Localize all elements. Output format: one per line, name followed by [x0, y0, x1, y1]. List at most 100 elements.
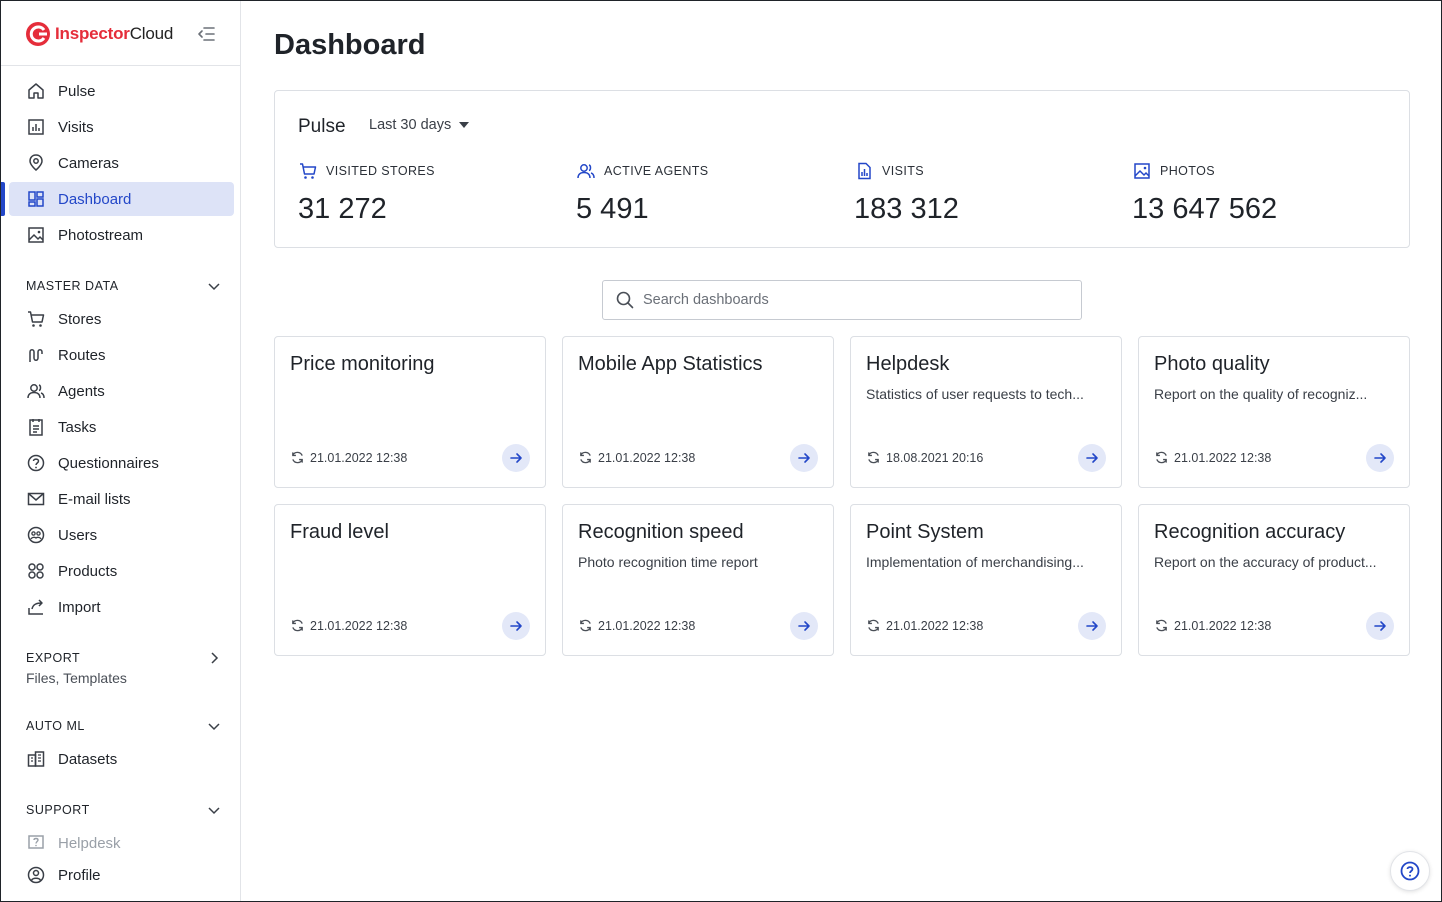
section-export[interactable]: EXPORT [26, 649, 221, 667]
dashboard-description: Implementation of merchandising... [866, 554, 1084, 570]
dashboard-updated: 21.01.2022 12:38 [1154, 618, 1271, 633]
profile-icon [26, 865, 46, 885]
collapse-sidebar-icon[interactable] [195, 23, 217, 45]
dashboard-updated: 21.01.2022 12:38 [290, 450, 407, 465]
open-dashboard-button[interactable] [1366, 612, 1394, 640]
sidebar-item-datasets[interactable]: Datasets [9, 742, 234, 776]
image-icon [26, 225, 46, 245]
dashboard-card[interactable]: Price monitoring 21.01.2022 12:38 [274, 336, 546, 488]
sidebar-item-label: Helpdesk [58, 834, 121, 852]
cart-icon [26, 309, 46, 329]
metric-visits: VISITS 183 312 [854, 161, 959, 226]
sidebar-item-label: Profile [58, 866, 101, 884]
dashboard-updated: 21.01.2022 12:38 [1154, 450, 1271, 465]
sidebar-item-label: Photostream [58, 226, 144, 244]
datasets-icon [26, 749, 46, 769]
refresh-icon [866, 450, 881, 465]
help-button[interactable] [1390, 851, 1430, 891]
dashboard-title: Helpdesk [866, 353, 950, 375]
search-box[interactable] [602, 280, 1082, 320]
dashboard-icon [26, 189, 46, 209]
arrow-right-icon [1374, 453, 1386, 463]
page-title: Dashboard [274, 29, 426, 61]
sidebar-item-users[interactable]: Users [9, 518, 234, 552]
sidebar-item-label: Questionnaires [58, 454, 159, 472]
main-content: Dashboard Pulse Last 30 days VISITED STO… [242, 1, 1441, 901]
open-dashboard-button[interactable] [1078, 444, 1106, 472]
section-title: AUTO ML [26, 719, 85, 733]
helpdesk-icon [26, 833, 46, 853]
chevron-down-icon [208, 283, 220, 291]
sidebar-item-label: Users [58, 526, 98, 544]
dashboard-card[interactable]: Point System Implementation of merchandis… [850, 504, 1122, 656]
sidebar-item-products[interactable]: Products [9, 554, 234, 588]
section-master-data[interactable]: MASTER DATA [26, 277, 221, 295]
sidebar-item-label: Dashboard [58, 190, 132, 208]
dashboard-card[interactable]: Helpdesk Statistics of user requests to t… [850, 336, 1122, 488]
open-dashboard-button[interactable] [502, 444, 530, 472]
divider [1, 65, 241, 66]
dashboard-description: Photo recognition time report [578, 554, 758, 570]
sidebar-item-dashboard[interactable]: Dashboard [9, 182, 234, 216]
open-dashboard-button[interactable] [790, 444, 818, 472]
sidebar-item-helpdesk[interactable]: Helpdesk [9, 826, 234, 860]
users-icon [576, 161, 596, 181]
sidebar-item-stores[interactable]: Stores [9, 302, 234, 336]
refresh-icon [1154, 618, 1169, 633]
dashboard-card[interactable]: Recognition accuracy Report on the accura… [1138, 504, 1410, 656]
search-input[interactable] [643, 292, 1063, 308]
sidebar-item-label: Pulse [58, 82, 96, 100]
metric-label: ACTIVE AGENTS [604, 164, 709, 178]
open-dashboard-button[interactable] [1078, 612, 1106, 640]
chevron-down-icon [208, 807, 220, 815]
sidebar-item-profile[interactable]: Profile [9, 858, 234, 892]
sidebar-item-questionnaires[interactable]: Questionnaires [9, 446, 234, 480]
search-icon [616, 291, 634, 309]
dashboard-card[interactable]: Recognition speed Photo recognition time … [562, 504, 834, 656]
arrow-right-icon [1374, 621, 1386, 631]
mail-icon [26, 489, 46, 509]
dashboard-card[interactable]: Mobile App Statistics 21.01.2022 12:38 [562, 336, 834, 488]
users-icon [26, 381, 46, 401]
dashboard-updated-time: 21.01.2022 12:38 [1174, 618, 1272, 633]
sidebar-item-import[interactable]: Import [9, 590, 234, 624]
sidebar-item-photostream[interactable]: Photostream [9, 218, 234, 252]
period-dropdown[interactable]: Last 30 days [369, 117, 470, 133]
refresh-icon [1154, 450, 1169, 465]
app-window: InspectorCloud Pulse Visits Cameras Dash… [0, 0, 1442, 902]
sidebar-item-tasks[interactable]: Tasks [9, 410, 234, 444]
section-subtitle: Files, Templates [26, 670, 127, 686]
home-icon [26, 81, 46, 101]
open-dashboard-button[interactable] [502, 612, 530, 640]
brand-logo[interactable]: InspectorCloud [25, 21, 173, 47]
dashboard-card[interactable]: Fraud level 21.01.2022 12:38 [274, 504, 546, 656]
sidebar-item-label: Routes [58, 346, 106, 364]
sidebar: InspectorCloud Pulse Visits Cameras Dash… [1, 1, 241, 901]
sidebar-item-pulse[interactable]: Pulse [9, 74, 234, 108]
sidebar-item-label: Stores [58, 310, 102, 328]
sidebar-item-cameras[interactable]: Cameras [9, 146, 234, 180]
section-support[interactable]: SUPPORT [26, 801, 221, 819]
dashboard-description: Statistics of user requests to tech... [866, 386, 1084, 402]
sidebar-item-agents[interactable]: Agents [9, 374, 234, 408]
dashboard-card[interactable]: Photo quality Report on the quality of re… [1138, 336, 1410, 488]
open-dashboard-button[interactable] [1366, 444, 1394, 472]
dashboard-title: Recognition speed [578, 521, 744, 543]
open-dashboard-button[interactable] [790, 612, 818, 640]
dashboard-title: Price monitoring [290, 353, 435, 375]
sidebar-item-email-lists[interactable]: E-mail lists [9, 482, 234, 516]
route-icon [26, 345, 46, 365]
sidebar-item-label: Import [58, 598, 101, 616]
metric-value: 183 312 [854, 193, 959, 225]
pulse-title: Pulse [298, 116, 346, 137]
caret-down-icon [459, 122, 470, 128]
cart-icon [298, 161, 318, 181]
dashboard-updated: 21.01.2022 12:38 [290, 618, 407, 633]
section-auto-ml[interactable]: AUTO ML [26, 717, 221, 735]
sidebar-item-label: E-mail lists [58, 490, 131, 508]
sidebar-item-routes[interactable]: Routes [9, 338, 234, 372]
image-icon [1132, 161, 1152, 181]
sidebar-item-visits[interactable]: Visits [9, 110, 234, 144]
dashboard-updated-time: 21.01.2022 12:38 [886, 618, 984, 633]
chevron-right-icon [211, 652, 219, 664]
